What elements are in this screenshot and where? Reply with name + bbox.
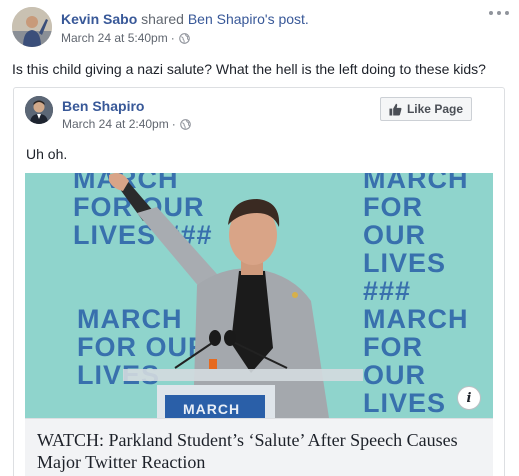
- globe-icon[interactable]: [179, 118, 191, 130]
- shared-post-card: Ben Shapiro March 24 at 2:40pm · Like Pa…: [13, 87, 505, 476]
- status-text: Is this child giving a nazi salute? What…: [12, 61, 486, 77]
- page-name[interactable]: Ben Shapiro: [62, 97, 144, 115]
- avatar[interactable]: [12, 7, 52, 47]
- like-page-label: Like Page: [406, 102, 463, 116]
- more-options-button[interactable]: [489, 6, 509, 20]
- shared-post-link[interactable]: Ben Shapiro's post.: [188, 11, 309, 27]
- profile-photo: [12, 7, 52, 47]
- link-preview[interactable]: WATCH: Parkland Student’s ‘Salute’ After…: [25, 418, 493, 476]
- ellipsis-dot: [505, 11, 509, 15]
- page-avatar[interactable]: [25, 96, 53, 124]
- page-profile-photo: [25, 96, 53, 124]
- post-timestamp[interactable]: March 24 at 5:40pm: [61, 30, 168, 46]
- shared-post-text: Uh oh.: [26, 146, 68, 162]
- speaker-illustration: [109, 173, 363, 418]
- link-title[interactable]: WATCH: Parkland Student’s ‘Salute’ After…: [37, 429, 481, 473]
- meta-separator: ·: [171, 117, 176, 131]
- thumbs-up-icon: [389, 103, 402, 116]
- post-image[interactable]: MARCH FOR OUR LIVES ### MARCH FOR OUR LI…: [25, 173, 493, 418]
- meta-separator: ·: [170, 31, 175, 45]
- ellipsis-dot: [497, 11, 501, 15]
- shared-post-meta: March 24 at 2:40pm ·: [62, 116, 191, 132]
- globe-icon[interactable]: [178, 32, 190, 44]
- author-name[interactable]: Kevin Sabo: [61, 11, 137, 27]
- ellipsis-icon: [489, 11, 493, 15]
- info-button[interactable]: i: [457, 386, 481, 410]
- shared-label: shared: [141, 11, 184, 27]
- info-icon: i: [466, 390, 472, 406]
- post-meta: March 24 at 5:40pm ·: [61, 30, 190, 46]
- post-header: Kevin Sabo shared Ben Shapiro's post.: [61, 10, 309, 28]
- shared-post-timestamp[interactable]: March 24 at 2:40pm: [62, 116, 169, 132]
- podium-label: MARCH: [183, 401, 241, 417]
- like-page-button[interactable]: Like Page: [379, 97, 472, 121]
